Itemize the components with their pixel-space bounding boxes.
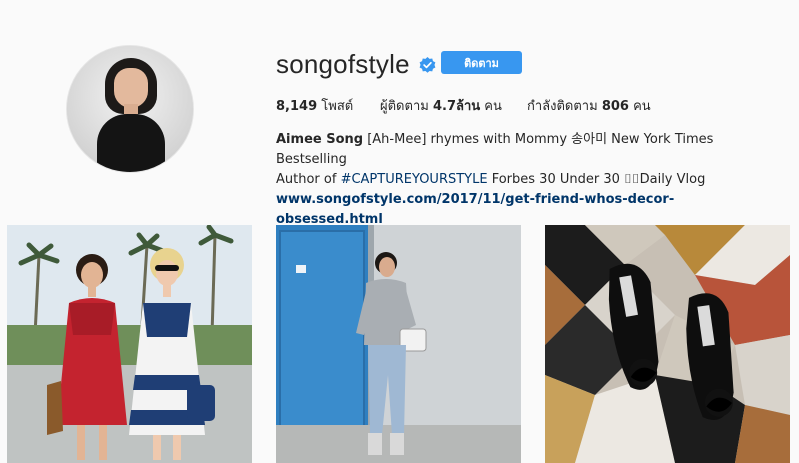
verified-badge-icon bbox=[419, 57, 436, 73]
blue-door-photo bbox=[276, 225, 521, 463]
username-row: songofstyle bbox=[276, 48, 436, 80]
website-link[interactable]: www.songofstyle.com/2017/11/get-friend-w… bbox=[276, 192, 674, 227]
post-tile-3[interactable] bbox=[545, 225, 790, 463]
following-count[interactable]: กำลังติดตาม 806 คน bbox=[527, 95, 651, 116]
username: songofstyle bbox=[276, 48, 410, 79]
hashtag-link[interactable]: #CAPTUREYOURSTYLE bbox=[341, 172, 488, 187]
followers-count[interactable]: ผู้ติดตาม 4.7ล้าน คน bbox=[380, 95, 502, 116]
post-tile-2[interactable] bbox=[276, 225, 521, 463]
dolls-photo bbox=[7, 225, 252, 463]
bio-line-1: Aimee Song [Ah-Mee] rhymes with Mommy 송아… bbox=[276, 132, 714, 167]
posts-count: 8,149 โพสต์ bbox=[276, 99, 354, 114]
profile-avatar[interactable] bbox=[66, 45, 194, 173]
bio-line-3: www.songofstyle.com/2017/11/get-friend-w… bbox=[276, 190, 776, 230]
follow-button[interactable]: ติดตาม bbox=[441, 51, 522, 74]
post-tile-1[interactable] bbox=[7, 225, 252, 463]
heels-on-tile-photo bbox=[545, 225, 790, 463]
bio-line-2: Author of #CAPTUREYOURSTYLE Forbes 30 Un… bbox=[276, 172, 706, 187]
profile-bio: Aimee Song [Ah-Mee] rhymes with Mommy 송아… bbox=[276, 130, 776, 230]
full-name: Aimee Song bbox=[276, 132, 364, 147]
